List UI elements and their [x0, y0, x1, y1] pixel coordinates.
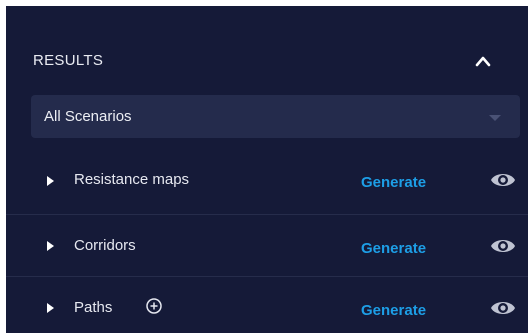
scenario-select[interactable]: All Scenarios [31, 95, 520, 138]
result-row-label: Resistance maps [74, 171, 190, 188]
results-title: RESULTS [33, 52, 104, 69]
generate-button[interactable]: Generate [361, 302, 426, 319]
generate-button[interactable]: Generate [361, 174, 426, 191]
expand-arrow-icon[interactable] [44, 174, 56, 188]
add-circle-icon[interactable] [145, 297, 163, 315]
expand-arrow-icon[interactable] [44, 301, 56, 315]
scenario-select-value: All Scenarios [44, 108, 132, 125]
result-row-label: Corridors [74, 237, 136, 254]
result-row-label: Paths [74, 299, 113, 316]
result-row-paths[interactable]: Paths Generate [6, 276, 528, 333]
result-row-resistance-maps[interactable]: Resistance maps Generate [6, 152, 528, 210]
collapse-button[interactable] [468, 46, 498, 76]
result-row-corridors[interactable]: Corridors Generate [6, 214, 528, 273]
caret-down-icon [489, 115, 501, 121]
eye-icon[interactable] [490, 236, 516, 256]
expand-arrow-icon[interactable] [44, 239, 56, 253]
chevron-up-icon [475, 56, 491, 67]
generate-button[interactable]: Generate [361, 240, 426, 257]
eye-icon[interactable] [490, 170, 516, 190]
results-header: RESULTS [6, 6, 528, 96]
eye-icon[interactable] [490, 298, 516, 318]
results-panel: RESULTS All Scenarios Resistance maps Ge… [6, 6, 528, 333]
